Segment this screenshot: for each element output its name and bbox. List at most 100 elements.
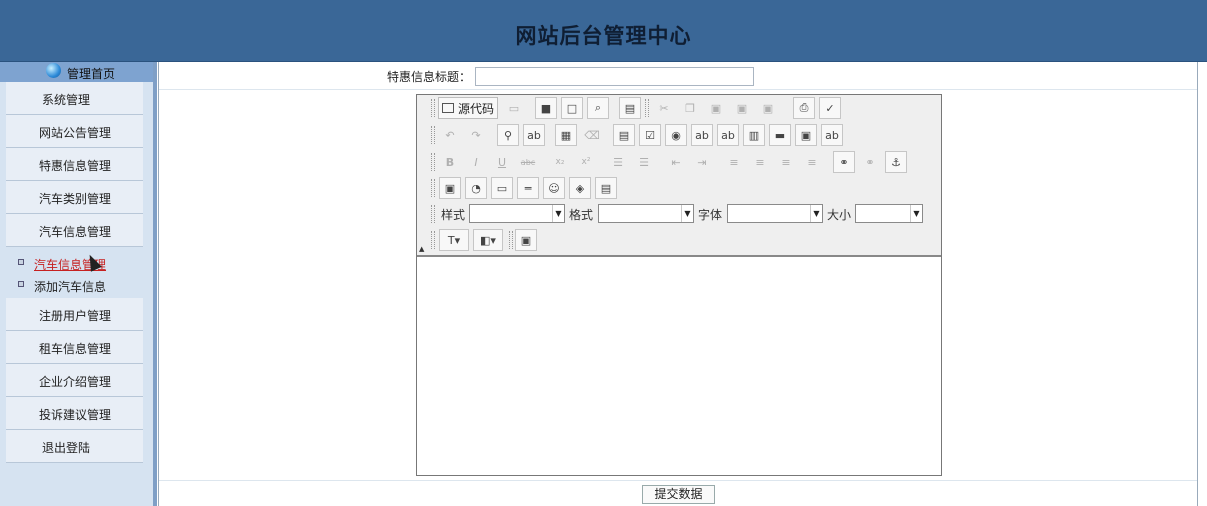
font-select[interactable]: ▼ [727,204,823,223]
button-field-icon[interactable]: ▬ [769,124,791,146]
sidebar-item-system[interactable]: 系统管理 [6,82,143,115]
superscript-icon[interactable]: x² [575,151,597,173]
special-char-icon[interactable]: ◈ [569,177,591,199]
chevron-down-icon: ▼ [681,205,693,222]
radio-icon[interactable]: ◉ [665,124,687,146]
cut-icon[interactable]: ✂ [653,97,675,119]
sidebar-item-logout[interactable]: 退出登陆 [6,430,143,463]
sidebar-item-complaints[interactable]: 投诉建议管理 [6,397,143,430]
textfield-icon[interactable]: ab [691,124,713,146]
undo-icon[interactable]: ↶ [439,124,461,146]
toolbar-row-4: ▣ ◔ ▭ ═ ☺ ◈ ▤ [417,176,941,200]
bullet-list-icon[interactable]: ☰ [633,151,655,173]
remove-format-icon[interactable]: ⌫ [581,124,603,146]
align-center-icon[interactable]: ≡ [749,151,771,173]
subscript-icon[interactable]: x₂ [549,151,571,173]
sidebar-item-announcement[interactable]: 网站公告管理 [6,115,143,148]
flash-icon[interactable]: ◔ [465,177,487,199]
find-icon[interactable]: ⚲ [497,124,519,146]
image-button-icon[interactable]: ▣ [795,124,817,146]
toolbar-grip [431,231,435,249]
size-label: 大小 [827,208,852,222]
spellcheck-icon[interactable]: ✓ [819,97,841,119]
align-right-icon[interactable]: ≡ [775,151,797,173]
outdent-icon[interactable]: ⇤ [665,151,687,173]
format-select[interactable]: ▼ [598,204,694,223]
underline-icon[interactable]: U [491,151,513,173]
paste-icon[interactable]: ▣ [705,97,727,119]
italic-icon[interactable]: I [465,151,487,173]
paste-word-icon[interactable]: ▣ [757,97,779,119]
bullet-icon [18,281,24,287]
sidebar-item-car-info[interactable]: 汽车信息管理 [6,214,143,247]
toolbar-row-3: B I U abc x₂ x² ☰ ☰ ⇤ ⇥ ≡ ≡ ≡ ≡ ⚭ ⚭ ⚓ [417,150,941,174]
table-icon[interactable]: ▭ [491,177,513,199]
sidebar-home[interactable]: 管理首页 [0,62,153,82]
align-left-icon[interactable]: ≡ [723,151,745,173]
toolbar-grip [431,153,435,171]
redo-icon[interactable]: ↷ [465,124,487,146]
textarea-icon[interactable]: ab [717,124,739,146]
sidebar-item-label: 系统管理 [42,93,91,107]
source-button[interactable]: 源代码 [438,97,498,119]
sidebar-item-rentals[interactable]: 租车信息管理 [6,331,143,364]
strikethrough-icon[interactable]: abc [517,151,539,173]
print-icon[interactable]: ⎙ [793,97,815,119]
toolbar-grip [431,126,435,144]
page-title: 网站后台管理中心 [515,23,692,48]
chevron-down-icon: ▼ [910,205,922,222]
submit-button[interactable]: 提交数据 [642,485,715,504]
chevron-down-icon: ▼ [552,205,564,222]
style-select[interactable]: ▼ [469,204,565,223]
indent-icon[interactable]: ⇥ [691,151,713,173]
sidebar-item-special-offers[interactable]: 特惠信息管理 [6,148,143,181]
numbered-list-icon[interactable]: ☰ [607,151,629,173]
preview-icon[interactable]: ▭ [503,97,525,119]
toolbar-grip [431,179,435,197]
toolbar-row-6: T▾ ◧▾ ▣ [417,228,941,252]
copy-icon[interactable]: ❐ [679,97,701,119]
text-color-icon[interactable]: T▾ [439,229,469,251]
select-field-icon[interactable]: ▥ [743,124,765,146]
toolbar-row-5: 样式 ▼ 格式 ▼ 字体 ▼ 大小 ▼ [417,202,941,226]
save-icon[interactable]: ■ [535,97,557,119]
sub-item-label: 添加汽车信息 [34,280,107,294]
paste-text-icon[interactable]: ▣ [731,97,753,119]
sidebar-item-label: 租车信息管理 [39,342,112,356]
sidebar-item-label: 汽车类别管理 [39,192,112,206]
bg-color-icon[interactable]: ◧▾ [473,229,503,251]
checkbox-icon[interactable]: ☑ [639,124,661,146]
sidebar-item-label: 注册用户管理 [39,309,112,323]
select-all-icon[interactable]: ▦ [555,124,577,146]
sidebar-item-label: 退出登陆 [42,441,91,455]
title-row: 特惠信息标题： [159,62,1197,90]
unlink-icon[interactable]: ⚭ [859,151,881,173]
sidebar-home-label: 管理首页 [67,67,116,81]
horizontal-rule-icon[interactable]: ═ [517,177,539,199]
smiley-icon[interactable]: ☺ [543,177,565,199]
form-icon[interactable]: ▤ [613,124,635,146]
bold-icon[interactable]: B [439,151,461,173]
chevron-down-icon: ▼ [810,205,822,222]
sidebar-item-company[interactable]: 企业介绍管理 [6,364,143,397]
editor-content-area[interactable] [417,255,941,475]
new-page-icon[interactable]: □ [561,97,583,119]
hidden-field-icon[interactable]: ab [821,124,843,146]
page-break-icon[interactable]: ▤ [595,177,617,199]
sidebar-item-users[interactable]: 注册用户管理 [6,298,143,331]
collapse-toolbar-icon[interactable]: ▲ [419,245,424,253]
anchor-icon[interactable]: ⚓ [885,151,907,173]
sidebar-item-car-category[interactable]: 汽车类别管理 [6,181,143,214]
link-icon[interactable]: ⚭ [833,151,855,173]
image-icon[interactable]: ▣ [439,177,461,199]
toolbar-grip [645,99,649,117]
maximize-icon[interactable]: ▣ [515,229,537,251]
toolbar-grip [509,231,513,249]
templates-icon[interactable]: ▤ [619,97,641,119]
print-preview-icon[interactable]: ⌕ [587,97,609,119]
align-justify-icon[interactable]: ≡ [801,151,823,173]
sidebar: 管理首页 系统管理 网站公告管理 特惠信息管理 汽车类别管理 汽车信息管理 汽车… [0,62,157,506]
replace-icon[interactable]: ab [523,124,545,146]
size-select[interactable]: ▼ [855,204,923,223]
title-input[interactable] [475,67,754,86]
